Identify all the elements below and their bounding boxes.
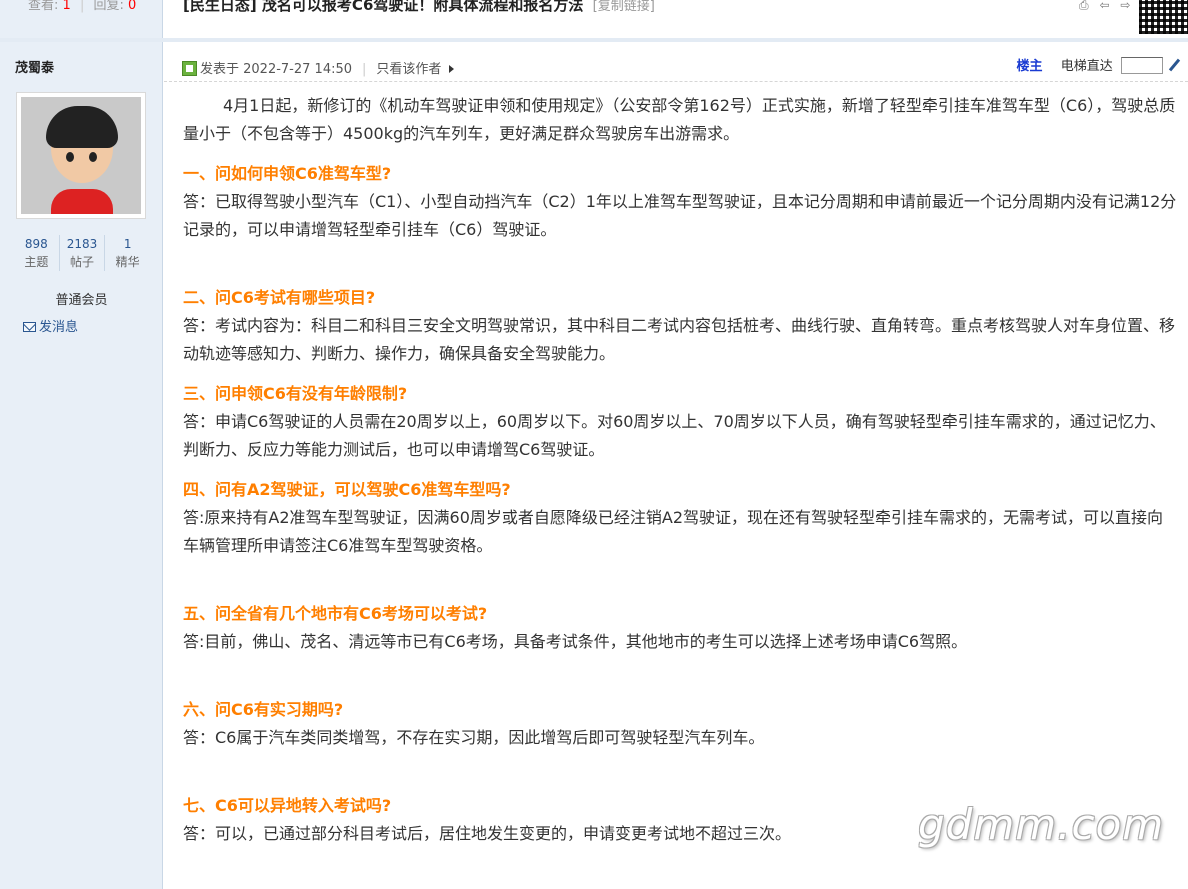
meta-divider: | (362, 62, 367, 77)
author-stat-digest[interactable]: 1 精华 (105, 235, 150, 271)
avatar-left-eye (66, 152, 74, 162)
author-stat-label: 帖子 (70, 255, 95, 269)
answer-text: 答：考试内容为：科目二和科目三安全文明驾驶常识，其中科目二考试内容包括桩考、曲线… (183, 316, 1176, 363)
question-heading: 二、问C6考试有哪些项目? (183, 288, 376, 307)
views-label: 查看: (28, 0, 59, 13)
send-message-label: 发消息 (39, 320, 79, 335)
copy-link-button[interactable]: [复制链接] (593, 0, 655, 14)
thread-title: [民生日态] 茂名可以报考C6驾驶证！附具体流程和报名方法 [复制链接] (183, 0, 655, 15)
views-count: 1 (62, 0, 71, 13)
avatar[interactable] (21, 97, 141, 214)
only-author-link[interactable]: 只看该作者 (376, 62, 441, 77)
answer-text: 答：申请C6驾驶证的人员需在20周岁以上，60周岁以下。对60周岁以上、70周岁… (183, 412, 1166, 459)
question-heading: 四、问有A2驾驶证，可以驾驶C6准驾车型吗? (183, 480, 511, 499)
post-status-icon (182, 61, 197, 76)
author-stat-posts[interactable]: 2183 帖子 (60, 235, 106, 271)
post-content: 4月1日起，新修订的《机动车驾驶证申领和使用规定》（公安部令第162号）正式实施… (183, 92, 1178, 860)
author-sidebar: 茂蜀泰 898 主题 2183 帖子 1 精华 普通会员 发消息 (0, 42, 163, 889)
avatar-right-eye (89, 152, 97, 162)
floor-label[interactable]: 楼主 (1017, 59, 1043, 74)
send-message-link[interactable]: 发消息 (23, 316, 78, 335)
thread-stats-panel: 查看: 1 | 回复: 0 (0, 0, 163, 38)
author-stat-value: 1 (123, 237, 132, 251)
replies-count: 0 (128, 0, 137, 13)
author-stat-value: 2183 (66, 237, 98, 251)
post-intro: 4月1日起，新修订的《机动车驾驶证申领和使用规定》（公安部令第162号）正式实施… (183, 96, 1176, 143)
jump-floor-input[interactable] (1120, 57, 1163, 74)
stats-divider: | (79, 0, 85, 13)
question-heading: 五、问全省有几个地市有C6考场可以考试? (183, 604, 488, 623)
author-name[interactable]: 茂蜀泰 (15, 57, 54, 76)
mail-icon (23, 322, 36, 332)
post-time: 发表于 2022-7-27 14:50 (200, 62, 353, 77)
qr-code-icon[interactable] (1139, 0, 1188, 34)
go-icon[interactable] (1168, 58, 1181, 72)
thread-stats: 查看: 1 | 回复: 0 (28, 0, 136, 13)
print-icon[interactable]: ⎙ (1079, 0, 1089, 12)
post-header: 发表于 2022-7-27 14:50 | 只看该作者 楼主 电梯直达 (164, 42, 1188, 82)
question-heading: 一、问如何申领C6准驾车型? (183, 164, 392, 183)
avatar-hair (46, 106, 118, 148)
answer-text: 答：已取得驾驶小型汽车（C1）、小型自动挡汽车（C2）1年以上准驾车型驾驶证，且… (183, 192, 1177, 239)
author-stats: 898 主题 2183 帖子 1 精华 (14, 235, 150, 271)
thread-tools: ⎙ ⇦ ⇨ (1079, 0, 1137, 13)
post-meta: 发表于 2022-7-27 14:50 | 只看该作者 (182, 58, 455, 77)
avatar-body (51, 189, 113, 214)
avatar-frame[interactable] (16, 92, 146, 219)
answer-text: 答：C6属于汽车类同类增驾，不存在实习期，因此增驾后即可驾驶轻型汽车列车。 (183, 728, 765, 747)
chevron-right-icon (449, 65, 455, 73)
question-heading: 三、问申领C6有没有年龄限制? (183, 384, 408, 403)
author-stat-label: 主题 (24, 255, 49, 269)
author-stat-value: 898 (24, 237, 48, 251)
author-stat-threads[interactable]: 898 主题 (14, 235, 60, 271)
replies-label: 回复: (93, 0, 124, 13)
question-heading: 六、问C6有实习期吗? (183, 700, 344, 719)
answer-text: 答:原来持有A2准驾车型驾驶证，因满60周岁或者自愿降级已经注销A2驾驶证，现在… (183, 508, 1164, 555)
user-group: 普通会员 (55, 293, 108, 308)
author-stat-label: 精华 (115, 255, 140, 269)
answer-text: 答:目前，佛山、茂名、清远等市已有C6考场，具备考试条件，其他地市的考生可以选择… (183, 632, 968, 651)
prev-thread-icon[interactable]: ⇦ (1099, 0, 1109, 12)
site-watermark: gdmm.com (918, 800, 1165, 849)
jump-label: 电梯直达 (1060, 59, 1113, 74)
post-floor-controls: 楼主 电梯直达 (1017, 55, 1181, 74)
thread-header: 查看: 1 | 回复: 0 [民生日态] 茂名可以报考C6驾驶证！附具体流程和报… (0, 0, 1188, 42)
thread-title-text: [民生日态] 茂名可以报考C6驾驶证！附具体流程和报名方法 (183, 0, 584, 14)
next-thread-icon[interactable]: ⇨ (1120, 0, 1130, 12)
